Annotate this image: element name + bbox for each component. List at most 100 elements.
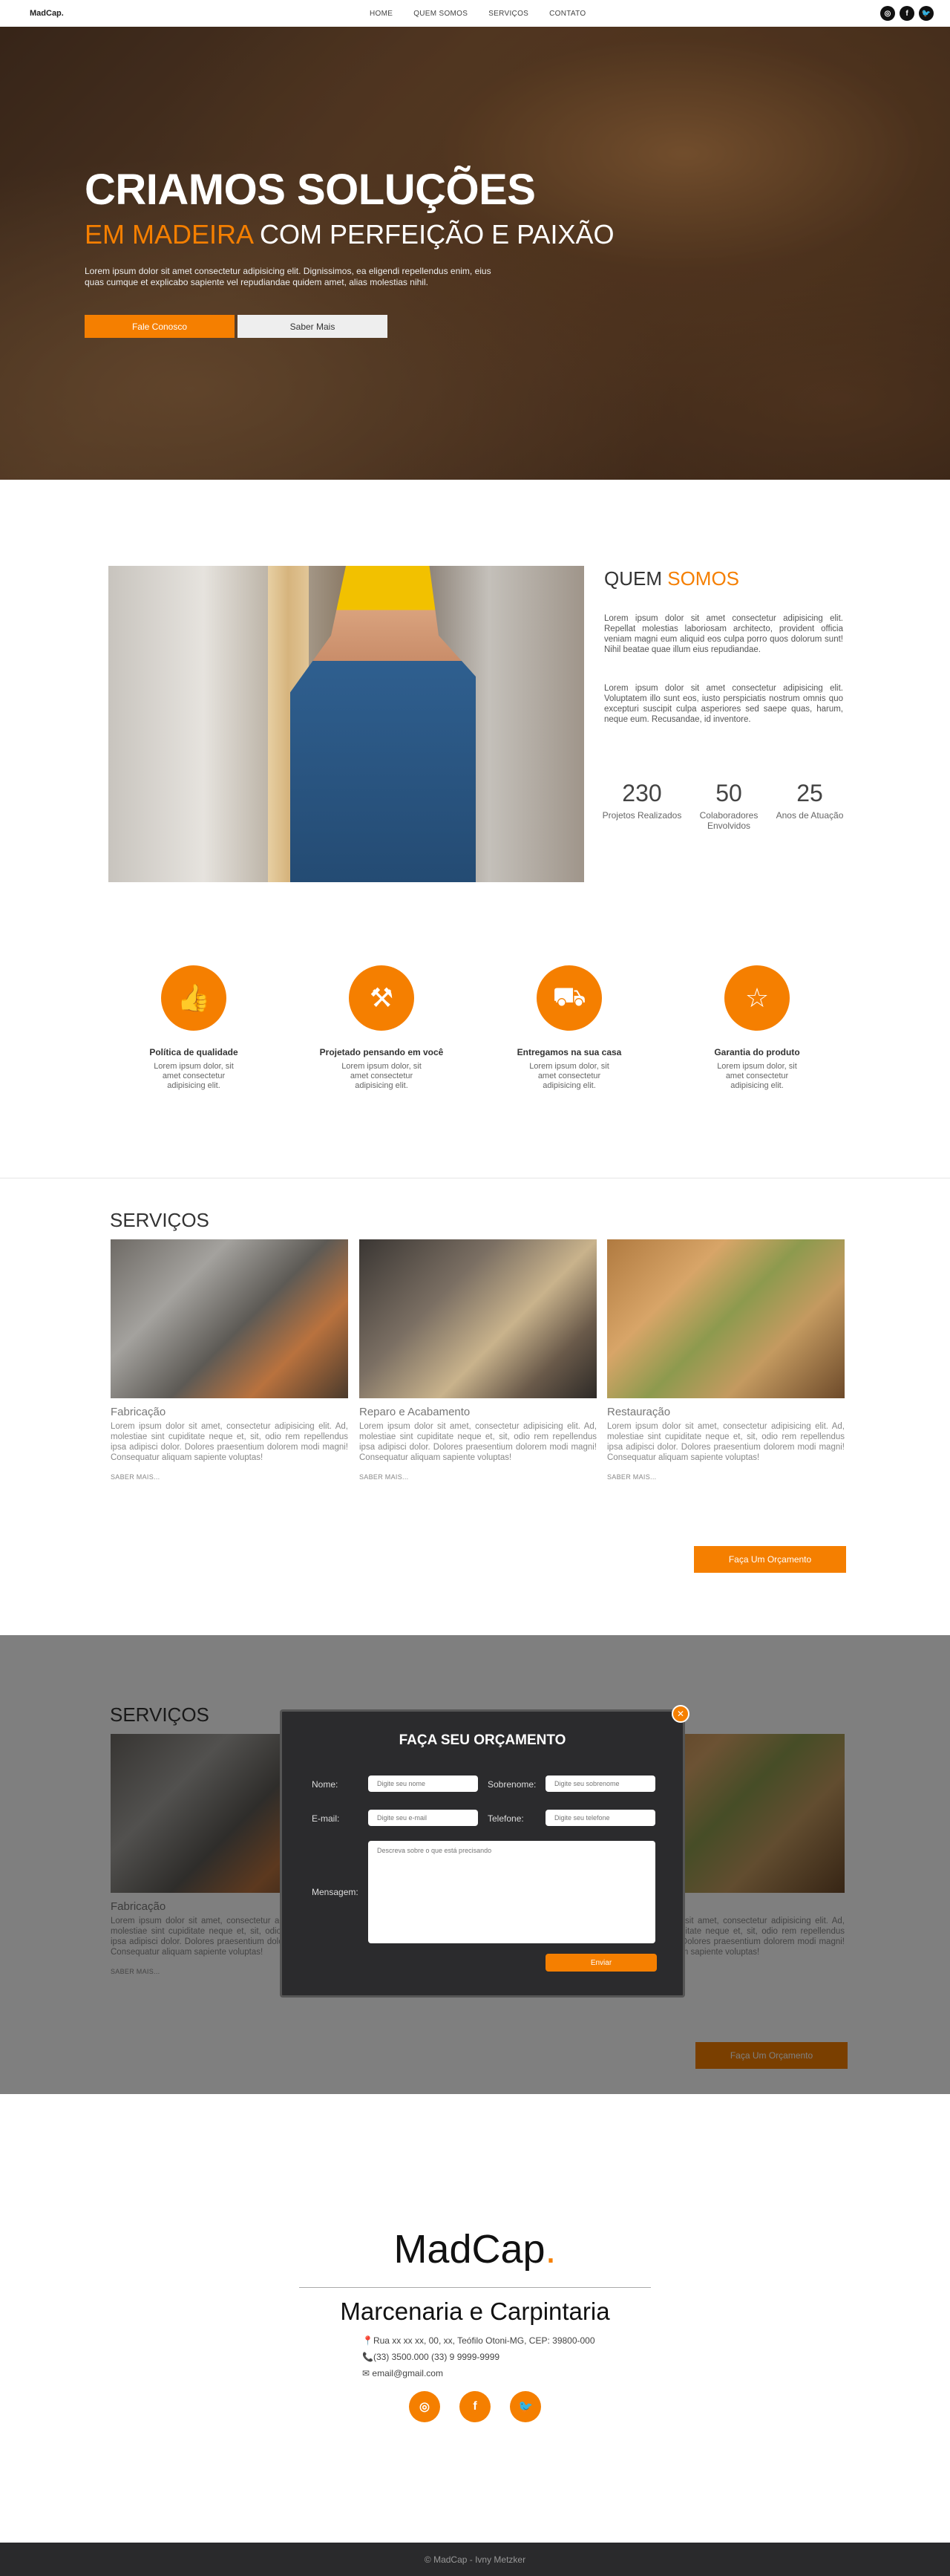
nav-link-contato[interactable]: CONTATO <box>549 10 586 18</box>
feature-title: Entregamos na sua casa <box>517 1047 622 1057</box>
footer-phone: 📞(33) 3500.000 (33) 9 9999-9999 <box>362 2352 499 2362</box>
service-image <box>607 1239 845 1398</box>
service-text: Lorem ipsum dolor sit amet, consectetur … <box>359 1422 597 1462</box>
about-title-b: SOMOS <box>667 567 740 590</box>
name-label: Nome: <box>312 1779 338 1790</box>
footer-address: 📍Rua xx xx xx, 00, xx, Teófilo Otoni-MG,… <box>362 2335 595 2346</box>
email-text[interactable]: email@gmail.com <box>372 2368 443 2378</box>
star-badge-icon: ☆ <box>724 965 790 1031</box>
feature-text: Lorem ipsum dolor, sit amet consectetur … <box>154 1062 234 1090</box>
facebook-icon[interactable]: f <box>900 6 914 21</box>
phone-label: Telefone: <box>488 1813 524 1824</box>
service-card-restauracao: Restauração Lorem ipsum dolor sit amet, … <box>607 1239 845 1481</box>
service-more-link[interactable]: SABER MAIS... <box>607 1473 845 1481</box>
footer-divider <box>299 2287 651 2288</box>
nav-links: HOME QUEM SOMOS SERVIÇOS CONTATO <box>370 10 586 18</box>
hero-title: CRIAMOS SOLUÇÕES <box>85 166 536 214</box>
modal-title: FAÇA SEU ORÇAMENTO <box>399 1732 566 1748</box>
about-title: QUEM SOMOS <box>604 567 739 590</box>
footer-title: Marcenaria e Carpintaria <box>340 2298 610 2325</box>
feature-warranty: ☆ Garantia do produto Lorem ipsum dolor,… <box>683 965 831 1091</box>
drill-icon: ⚒ <box>349 965 414 1031</box>
phone-input[interactable] <box>546 1810 655 1826</box>
service-text: Lorem ipsum dolor sit amet, consectetur … <box>607 1422 845 1462</box>
stat-years: 25 Anos de Atuação <box>769 780 851 821</box>
service-text: Lorem ipsum dolor sit amet, consectetur … <box>111 1422 348 1462</box>
stat-label: Colaboradores Envolvidos <box>699 810 759 831</box>
delivery-truck-icon: ⛟ <box>537 965 602 1031</box>
carpenter-photo <box>108 566 584 882</box>
service-image <box>359 1239 597 1398</box>
footer-logo-text: MadCap <box>393 2227 546 2272</box>
feature-title: Política de qualidade <box>149 1047 238 1057</box>
hero-text: Lorem ipsum dolor sit amet consectetur a… <box>85 266 491 287</box>
surname-label: Sobrenome: <box>488 1779 537 1790</box>
feature-title: Garantia do produto <box>714 1047 800 1057</box>
stat-label: Projetos Realizados <box>602 810 682 821</box>
stat-number: 50 <box>715 780 742 806</box>
service-image <box>111 1239 348 1398</box>
footer-email: ✉ email@gmail.com <box>362 2368 443 2378</box>
service-title: Fabricação <box>111 1406 166 1418</box>
feature-text: Lorem ipsum dolor, sit amet consectetur … <box>341 1062 422 1090</box>
phone-text: (33) 3500.000 (33) 9 9999-9999 <box>373 2352 500 2362</box>
quote-modal: ✕ FAÇA SEU ORÇAMENTO Nome: Sobrenome: E-… <box>280 1705 689 1998</box>
hero-subtitle-rest: COM PERFEIÇÃO E PAIXÃO <box>252 219 615 250</box>
footer-copyright-bar: © MadCap - Ivny Metzker <box>0 2543 950 2576</box>
service-card-reparo: Reparo e Acabamento Lorem ipsum dolor si… <box>359 1239 597 1481</box>
about-title-a: QUEM <box>604 567 668 590</box>
nav-social: ◎ f 🐦 <box>880 6 934 21</box>
instagram-icon[interactable]: ◎ <box>880 6 895 21</box>
feature-text: Lorem ipsum dolor, sit amet consectetur … <box>529 1062 609 1090</box>
service-more-link[interactable]: SABER MAIS... <box>111 1473 348 1481</box>
learn-more-button[interactable]: Saber Mais <box>238 315 387 338</box>
stat-number: 230 <box>622 780 662 806</box>
stat-label: Anos de Atuação <box>776 810 844 821</box>
name-input[interactable] <box>368 1776 478 1792</box>
carpenter-figure <box>290 566 476 882</box>
nav-link-quem-somos[interactable]: QUEM SOMOS <box>413 10 468 18</box>
address-text: Rua xx xx xx, 00, xx, Teófilo Otoni-MG, … <box>373 2335 595 2346</box>
message-textarea[interactable] <box>368 1841 655 1943</box>
surname-input[interactable] <box>546 1776 655 1792</box>
nav-link-servicos[interactable]: SERVIÇOS <box>488 10 528 18</box>
feature-delivery: ⛟ Entregamos na sua casa Lorem ipsum dol… <box>495 965 643 1091</box>
twitter-icon[interactable]: 🐦 <box>510 2391 541 2422</box>
email-input[interactable] <box>368 1810 478 1826</box>
service-card-fabricacao: Fabricação Lorem ipsum dolor sit amet, c… <box>111 1239 348 1481</box>
facebook-icon[interactable]: f <box>459 2391 491 2422</box>
copyright-text: © MadCap - Ivny Metzker <box>424 2554 526 2565</box>
hero-subtitle-highlight: EM MADEIRA <box>85 219 253 250</box>
send-button[interactable]: Enviar <box>546 1954 657 1972</box>
envelope-icon: ✉ <box>362 2368 370 2378</box>
email-label: E-mail: <box>312 1813 340 1824</box>
about-paragraph-2: Lorem ipsum dolor sit amet consectetur a… <box>604 684 843 724</box>
hero-section: CRIAMOS SOLUÇÕES EM MADEIRA COM PERFEIÇÃ… <box>0 27 950 480</box>
feature-quality: 👍 Política de qualidade Lorem ipsum dolo… <box>119 965 268 1091</box>
service-title: Restauração <box>607 1406 671 1418</box>
thumbs-up-icon: 👍 <box>161 965 226 1031</box>
nav-logo[interactable]: MadCap. <box>30 9 64 18</box>
service-title: Reparo e Acabamento <box>359 1406 471 1418</box>
feature-title: Projetado pensando em você <box>319 1047 444 1057</box>
quote-button[interactable]: Faça Um Orçamento <box>694 1546 846 1573</box>
message-label: Mensagem: <box>312 1887 358 1897</box>
about-paragraph-1: Lorem ipsum dolor sit amet consectetur a… <box>604 614 843 654</box>
hero-subtitle: EM MADEIRA COM PERFEIÇÃO E PAIXÃO <box>85 219 614 250</box>
twitter-icon[interactable]: 🐦 <box>919 6 934 21</box>
contact-button[interactable]: Fale Conosco <box>85 315 235 338</box>
footer-logo-dot: . <box>545 2227 557 2272</box>
nav-link-home[interactable]: HOME <box>370 10 393 18</box>
service-more-link[interactable]: SABER MAIS... <box>359 1473 597 1481</box>
location-pin-icon: 📍 <box>362 2335 373 2346</box>
instagram-icon[interactable]: ◎ <box>409 2391 440 2422</box>
close-icon[interactable]: ✕ <box>672 1705 689 1723</box>
phone-icon: 📞 <box>362 2352 373 2362</box>
services-title: SERVIÇOS <box>110 1209 209 1231</box>
footer-logo: MadCap. <box>0 2226 950 2272</box>
stat-collaborators: 50 Colaboradores Envolvidos <box>688 780 770 831</box>
stat-number: 25 <box>796 780 823 806</box>
feature-design: ⚒ Projetado pensando em você Lorem ipsum… <box>307 965 456 1091</box>
top-navbar: MadCap. HOME QUEM SOMOS SERVIÇOS CONTATO… <box>0 0 950 27</box>
stat-projects: 230 Projetos Realizados <box>601 780 683 821</box>
